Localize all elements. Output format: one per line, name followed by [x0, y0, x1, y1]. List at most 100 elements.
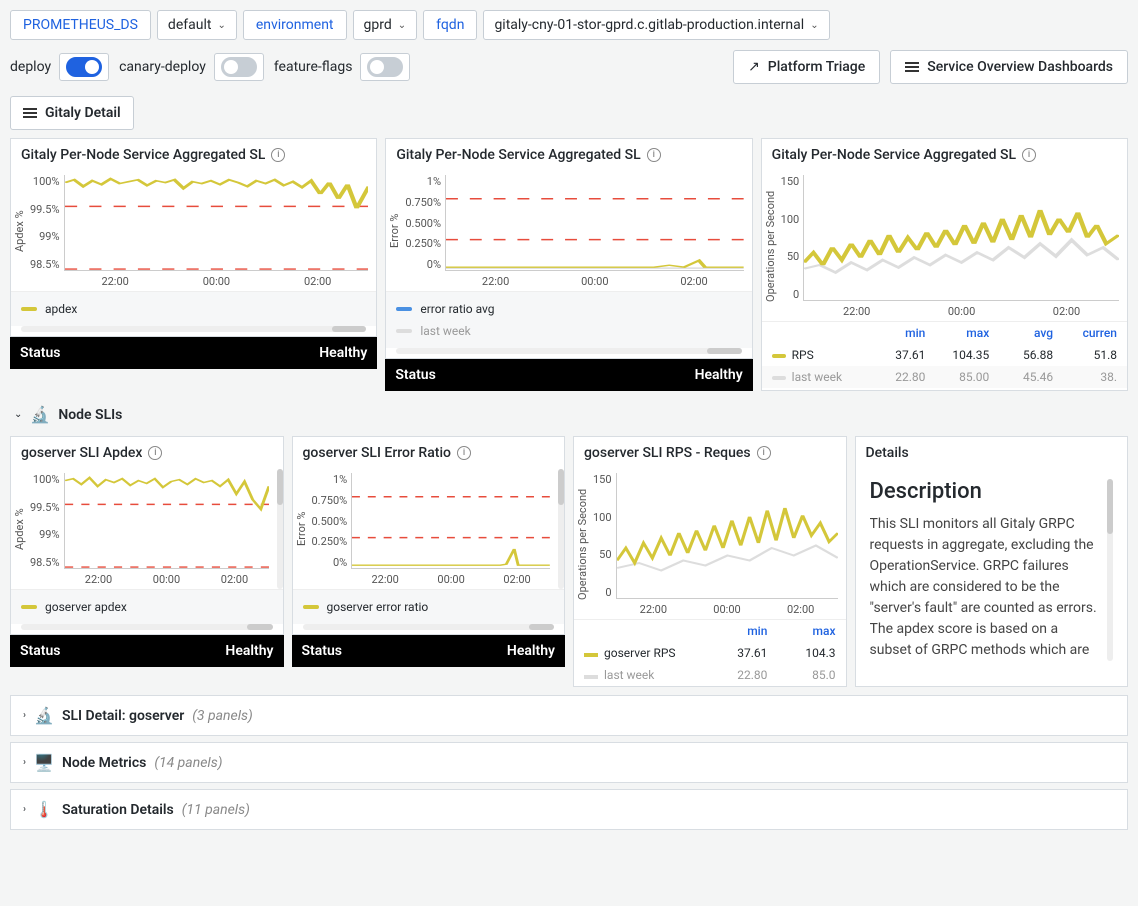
- chart-plot[interactable]: 22:0000:0002:00: [64, 175, 369, 271]
- toggle-label: canary-deploy: [119, 59, 206, 75]
- var-environment-label[interactable]: environment: [243, 10, 347, 40]
- toggle-deploy[interactable]: [66, 57, 102, 77]
- status-bar: Status Healthy: [292, 635, 566, 667]
- panel-rps[interactable]: Gitaly Per-Node Service Aggregated SL i …: [761, 138, 1128, 391]
- toggle-feature-flags[interactable]: [367, 57, 403, 77]
- button-label: Service Overview Dashboards: [927, 59, 1113, 75]
- legend-item[interactable]: error ratio avg: [396, 298, 741, 320]
- legend-item[interactable]: apdex: [21, 298, 366, 320]
- scrollbar[interactable]: [396, 348, 741, 354]
- microscope-icon: 🔬: [34, 706, 54, 725]
- chart-plot[interactable]: 22:0000:0002:00: [351, 473, 550, 569]
- scrollbar[interactable]: [303, 624, 555, 630]
- chart-plot[interactable]: 22:0000:0002:00: [64, 473, 269, 569]
- panel-sli-error[interactable]: goserver SLI Error Ratio i Error % 1% 0.…: [292, 436, 566, 635]
- panel-error[interactable]: Gitaly Per-Node Service Aggregated SL i …: [385, 138, 752, 359]
- table-header: min max: [574, 620, 846, 642]
- y-ticks: 100% 99.5% 99% 98.5%: [28, 171, 64, 291]
- toggle-deploy-group: deploy: [10, 53, 109, 81]
- chevron-down-icon: ⌄: [398, 20, 406, 31]
- section-node-slis[interactable]: ⌄ 🔬 Node SLIs: [10, 399, 1128, 430]
- select-value: gitaly-cny-01-stor-gprd.c.gitlab-product…: [494, 17, 804, 33]
- row-title: Node Metrics: [62, 755, 146, 771]
- sli-panels-row: goserver SLI Apdex i Apdex % 100% 99.5% …: [10, 436, 1128, 687]
- info-icon[interactable]: i: [457, 446, 471, 460]
- scrollbar-vertical[interactable]: [277, 469, 283, 589]
- gitaly-detail-button[interactable]: Gitaly Detail: [10, 96, 134, 130]
- legend-swatch: [303, 605, 319, 609]
- info-icon[interactable]: i: [271, 148, 285, 162]
- table-row[interactable]: last week 22.80 85.0: [574, 664, 846, 686]
- x-ticks: 22:0000:0002:00: [617, 603, 838, 616]
- panel-title: Gitaly Per-Node Service Aggregated SL: [21, 147, 265, 163]
- variable-bar: PROMETHEUS_DS default ⌄ environment gprd…: [10, 10, 1128, 40]
- y-ticks: 1% 0.750% 0.500% 0.250% 0%: [403, 171, 445, 291]
- y-axis-label: Apdex %: [11, 469, 28, 589]
- service-overview-button[interactable]: Service Overview Dashboards: [890, 50, 1128, 84]
- status-value: Healthy: [507, 643, 555, 659]
- y-axis-label: Operations per Second: [574, 469, 591, 619]
- desktop-icon: 🖥️: [34, 753, 54, 772]
- row-title: Saturation Details: [62, 802, 174, 818]
- y-axis-label: Apdex %: [11, 171, 28, 291]
- chart-plot[interactable]: 22:0000:0002:00: [445, 175, 744, 271]
- menu-icon: [905, 60, 919, 74]
- scrollbar-vertical[interactable]: [558, 469, 564, 589]
- legend-label: apdex: [45, 302, 77, 316]
- toggle-canary-deploy[interactable]: [221, 57, 257, 77]
- row-count: (14 panels): [154, 755, 222, 771]
- collapsed-saturation[interactable]: › 🌡️ Saturation Details (11 panels): [10, 789, 1128, 830]
- details-text: This SLI monitors all Gitaly GRPC reques…: [870, 514, 1102, 661]
- platform-triage-button[interactable]: ↗ Platform Triage: [733, 50, 880, 84]
- table-row[interactable]: RPS 37.61 104.35 56.88 51.8: [762, 344, 1127, 366]
- panel-sli-rps[interactable]: goserver SLI RPS - Reques i Operations p…: [573, 436, 847, 687]
- stats-table: min max goserver RPS 37.61 104.3 last we…: [574, 619, 846, 686]
- panel-apdex-wrapper: Gitaly Per-Node Service Aggregated SL i …: [10, 138, 377, 391]
- panel-apdex[interactable]: Gitaly Per-Node Service Aggregated SL i …: [10, 138, 377, 337]
- legend-item[interactable]: last week: [396, 320, 741, 342]
- var-environment-select[interactable]: gprd ⌄: [353, 10, 418, 40]
- scrollbar-vertical[interactable]: [1107, 479, 1113, 661]
- table-row[interactable]: goserver RPS 37.61 104.3: [574, 642, 846, 664]
- table-row[interactable]: last week 22.80 85.00 45.46 38.: [762, 366, 1127, 388]
- var-fqdn-label[interactable]: fqdn: [423, 10, 477, 40]
- var-fqdn-select[interactable]: gitaly-cny-01-stor-gprd.c.gitlab-product…: [483, 10, 829, 40]
- legend: error ratio avg last week: [386, 291, 751, 348]
- collapsed-node-metrics[interactable]: › 🖥️ Node Metrics (14 panels): [10, 742, 1128, 783]
- info-icon[interactable]: i: [148, 446, 162, 460]
- table-header: . min max avg curren: [762, 322, 1127, 344]
- legend-item[interactable]: goserver error ratio: [303, 596, 555, 618]
- info-icon[interactable]: i: [1022, 148, 1036, 162]
- legend: apdex: [11, 291, 376, 326]
- scrollbar[interactable]: [21, 326, 366, 332]
- select-value: gprd: [364, 17, 392, 33]
- external-link-icon: ↗: [748, 59, 760, 75]
- info-icon[interactable]: i: [757, 446, 771, 460]
- y-ticks: 100% 99.5% 99% 98.5%: [28, 469, 64, 589]
- thermometer-icon: 🌡️: [34, 800, 54, 819]
- panel-sli-apdex[interactable]: goserver SLI Apdex i Apdex % 100% 99.5% …: [10, 436, 284, 635]
- panel-title: Details: [866, 445, 909, 461]
- var-prometheus-ds-select[interactable]: default ⌄: [157, 10, 237, 40]
- y-ticks: 150 100 50 0: [591, 469, 616, 619]
- chart-plot[interactable]: 22:0000:0002:00: [803, 175, 1119, 301]
- y-axis-label: Operations per Second: [762, 171, 779, 321]
- var-prometheus-ds-label[interactable]: PROMETHEUS_DS: [10, 10, 151, 40]
- legend-item[interactable]: goserver apdex: [21, 596, 273, 618]
- panel-title: goserver SLI Error Ratio: [303, 445, 451, 461]
- panel-details[interactable]: Details Description This SLI monitors al…: [855, 436, 1129, 687]
- x-ticks: 22:0000:0002:00: [446, 275, 744, 288]
- legend-label: last week: [420, 324, 470, 338]
- toggle-canary-group: canary-deploy: [119, 53, 264, 81]
- legend-label: error ratio avg: [420, 302, 494, 316]
- chevron-down-icon: ⌄: [217, 20, 225, 31]
- scrollbar[interactable]: [21, 624, 273, 630]
- top-panels-row: Gitaly Per-Node Service Aggregated SL i …: [10, 138, 1128, 391]
- chart-plot[interactable]: 22:0000:0002:00: [616, 473, 838, 599]
- legend-swatch: [396, 329, 412, 333]
- panel-title: goserver SLI RPS - Reques: [584, 445, 751, 461]
- status-label: Status: [20, 643, 60, 659]
- legend: goserver error ratio: [293, 589, 565, 624]
- info-icon[interactable]: i: [647, 148, 661, 162]
- collapsed-sli-detail[interactable]: › 🔬 SLI Detail: goserver (3 panels): [10, 695, 1128, 736]
